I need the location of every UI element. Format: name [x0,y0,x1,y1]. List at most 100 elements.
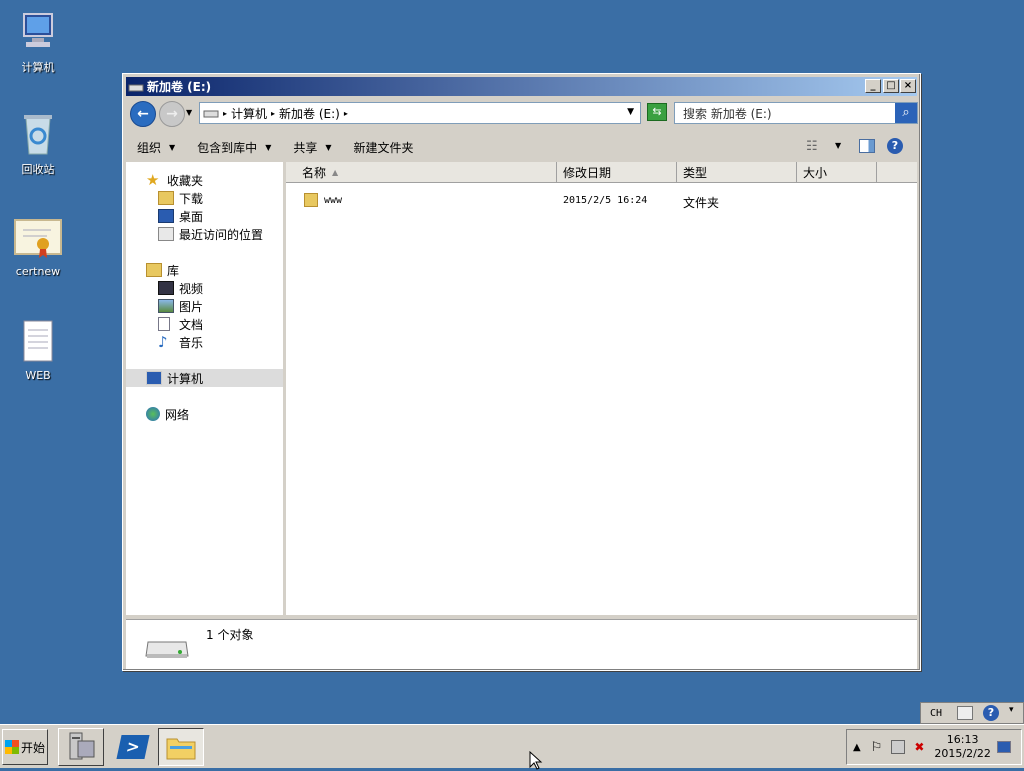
server-manager-icon [69,732,95,760]
star-icon: ★ [146,171,160,189]
options-menu-icon[interactable]: ▾ [1009,705,1014,715]
nav-item-videos[interactable]: 视频 [126,279,283,297]
include-in-library-button[interactable]: 包含到库中 ▼ [186,132,282,162]
text-document-icon [23,320,53,362]
desktop-icon-recycle-bin[interactable]: 回收站 [0,110,76,177]
powershell-icon: > [116,735,150,759]
nav-item-music[interactable]: ♪ 音乐 [126,333,283,351]
chevron-down-icon: ▼ [325,142,332,152]
nav-item-favorites[interactable]: ★ 收藏夹 [126,171,283,189]
chevron-down-icon: ▼ [265,142,272,152]
close-button[interactable]: × [900,79,916,93]
drive-icon [145,641,189,658]
folder-icon [304,193,318,207]
organize-button[interactable]: 组织 ▼ [126,132,186,162]
desktop-icon-certnew[interactable]: certnew [0,216,76,278]
column-header-name[interactable]: 名称 ▲ [286,162,557,183]
history-dropdown-icon[interactable]: ▼ [186,108,192,117]
help-icon[interactable]: ? [983,705,999,721]
nav-item-downloads[interactable]: 下载 [126,189,283,207]
status-text: 1 个对象 [206,628,254,642]
start-button[interactable]: 开始 [2,729,48,765]
network-status-icon[interactable] [891,740,906,754]
back-button[interactable]: ← [130,101,156,127]
new-folder-label: 新建文件夹 [353,140,414,155]
address-dropdown-icon[interactable]: ▼ [627,107,634,117]
new-folder-button[interactable]: 新建文件夹 [343,132,425,162]
desktop-icon-label: 计算机 [21,61,55,74]
computer-icon [23,13,53,47]
nav-label: 图片 [179,299,204,314]
search-input[interactable]: 搜索 新加卷 (E:) ⌕ [674,102,918,124]
desktop-icon-label: 回收站 [21,163,55,176]
desktop-icon [158,209,174,223]
minimize-button[interactable]: _ [865,79,881,93]
view-options-icon[interactable]: ☷ [806,139,818,154]
breadcrumb-drive[interactable]: 新加卷 (E:) [279,105,340,122]
file-type: 文件夹 [683,196,720,210]
taskbar-server-manager[interactable] [58,728,104,766]
nav-label: 库 [167,263,180,278]
column-label: 名称 [302,165,327,180]
command-toolbar: 组织 ▼ 包含到库中 ▼ 共享 ▼ 新建文件夹 ☷ ▼ ? [126,132,917,162]
nav-item-pictures[interactable]: 图片 [126,297,283,315]
nav-label: 网络 [165,407,190,422]
preview-pane-icon[interactable] [859,139,875,153]
mouse-cursor-icon [529,751,543,770]
chevron-right-icon[interactable]: ▸ [344,109,348,118]
forward-button[interactable]: → [159,101,185,127]
maximize-button[interactable]: □ [883,79,899,93]
desktop-icon-web[interactable]: WEB [0,318,76,382]
show-hidden-icons-icon[interactable]: ▲ [853,742,861,753]
nav-label: 音乐 [179,335,204,350]
refresh-button[interactable]: ⇆ [647,103,667,121]
recent-places-icon [158,227,174,241]
column-header-blank [877,162,917,183]
drive-icon [128,84,144,91]
nav-label: 视频 [179,281,204,296]
nav-item-documents[interactable]: 文档 [126,315,283,333]
system-tray: ▲ ⚐ ✖ 16:13 2015/2/22 [846,729,1022,765]
taskbar-explorer[interactable] [158,728,204,766]
library-folder-icon [146,263,162,277]
volume-muted-icon[interactable]: ✖ [914,740,924,754]
address-bar[interactable]: ▸ 计算机 ▸ 新加卷 (E:) ▸ ▼ [199,102,641,124]
clock-time: 16:13 [946,733,979,746]
column-header-modified[interactable]: 修改日期 [557,162,677,183]
file-row[interactable]: www 2015/2/5 16:24 文件夹 [286,192,917,210]
keyboard-icon[interactable] [957,706,973,720]
nav-item-libraries[interactable]: 库 [126,261,283,279]
chevron-right-icon[interactable]: ▸ [271,109,275,118]
nav-label: 计算机 [167,371,204,386]
nav-label: 收藏夹 [167,173,204,188]
nav-item-computer[interactable]: 计算机 [126,369,283,387]
download-folder-icon [158,191,174,205]
nav-item-recent-places[interactable]: 最近访问的位置 [126,225,283,243]
chevron-right-icon[interactable]: ▸ [223,109,227,118]
nav-label: 下载 [179,191,204,206]
column-header-size[interactable]: 大小 [797,162,877,183]
nav-item-desktop[interactable]: 桌面 [126,207,283,225]
chevron-down-icon: ▼ [169,142,176,152]
chevron-down-icon[interactable]: ▼ [835,141,841,150]
clock[interactable]: 16:13 2015/2/22 [934,733,990,761]
video-icon [158,281,174,295]
nav-item-network[interactable]: 网络 [126,405,283,423]
action-center-flag-icon[interactable]: ⚐ [871,740,883,755]
help-icon[interactable]: ? [887,138,903,154]
column-header-type[interactable]: 类型 [677,162,797,183]
share-button[interactable]: 共享 ▼ [282,132,342,162]
computer-icon [146,371,162,385]
file-list-pane: 名称 ▲ 修改日期 类型 大小 www 2015/2/5 16:24 文件夹 [286,162,917,615]
taskbar-powershell[interactable]: > [110,728,156,766]
explorer-folder-icon [166,738,196,760]
desktop-icon-label: WEB [25,369,51,382]
column-label: 修改日期 [563,165,612,180]
show-desktop-icon[interactable] [996,741,1011,753]
language-indicator[interactable]: CH [930,708,942,719]
breadcrumb-computer[interactable]: 计算机 [231,105,267,122]
language-bar: CH ? ▾ [920,702,1024,724]
window-titlebar[interactable]: 新加卷 (E:) _ □ × [126,77,917,96]
search-icon[interactable]: ⌕ [895,103,917,123]
desktop-icon-computer[interactable]: 计算机 [0,10,76,75]
